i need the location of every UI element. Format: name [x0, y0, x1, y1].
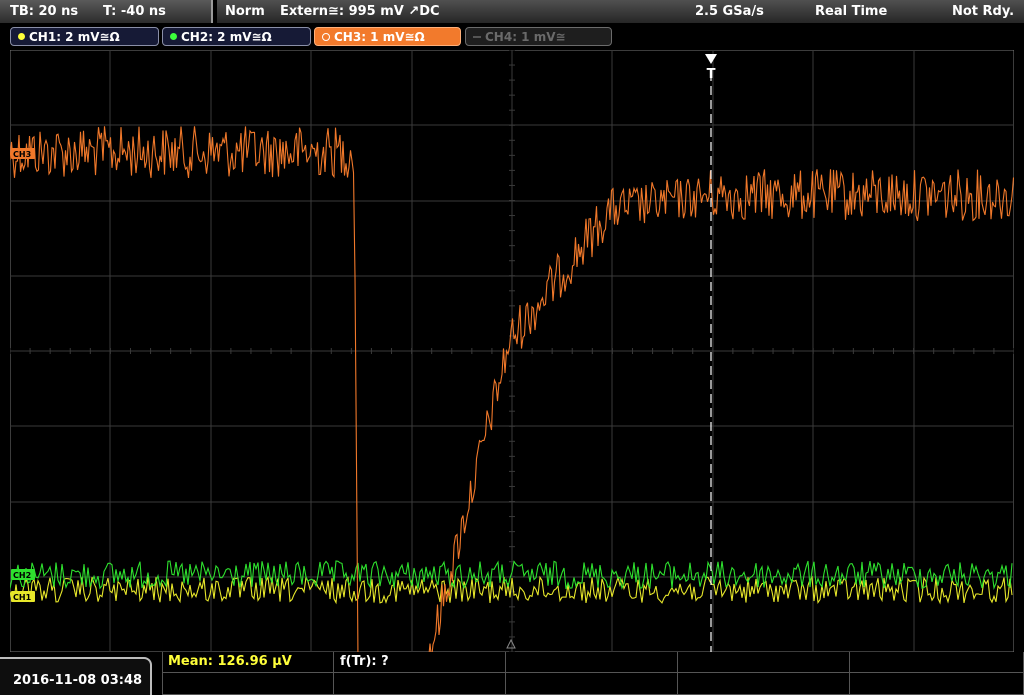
ch2-label: CH2: 2 mV≅Ω	[181, 30, 272, 44]
acquisition-status-box[interactable]: Norm Extern≅: 995 mV ↗DC 2.5 GSa/s Real …	[217, 0, 1024, 23]
trigger-marker-label: T	[707, 67, 716, 82]
acquisition-mode: Real Time	[815, 4, 888, 19]
sample-rate: 2.5 GSa/s	[695, 4, 764, 19]
ch1-dot-icon	[18, 33, 25, 40]
top-status-bar: TB: 20 ns T: -40 ns Norm Extern≅: 995 mV…	[0, 0, 1024, 24]
ch3-level-marker[interactable]: CH3	[11, 148, 35, 159]
measurement-bar[interactable]: Mean: 126.96 μV f(Tr): ?	[162, 652, 1024, 695]
ch1-level-marker[interactable]: CH1	[11, 591, 35, 602]
meas-cell-3[interactable]	[506, 652, 678, 673]
ch2-level-marker[interactable]: CH2	[11, 569, 35, 580]
meas-cell-5[interactable]	[850, 652, 1024, 673]
meas-cell-9[interactable]	[678, 673, 850, 695]
meas-cell-6[interactable]	[162, 673, 334, 695]
channel-tab-ch3[interactable]: CH3: 1 mV≅Ω	[314, 27, 461, 46]
meas-cell-4[interactable]	[678, 652, 850, 673]
ch1-level-label: CH1	[13, 593, 32, 602]
datetime-box: 2016-11-08 03:48	[0, 657, 152, 695]
datetime-label: 2016-11-08 03:48	[13, 673, 143, 688]
meas-cell-7[interactable]	[334, 673, 506, 695]
fall-time-measurement: f(Tr): ?	[340, 654, 389, 669]
channel-tab-ch1[interactable]: CH1: 2 mV≅Ω	[10, 27, 159, 46]
meas-cell-8[interactable]	[506, 673, 678, 695]
meas-cell-10[interactable]	[850, 673, 1024, 695]
ch4-label: CH4: 1 mV≅	[485, 30, 566, 44]
timebase-box[interactable]: TB: 20 ns T: -40 ns	[0, 0, 213, 23]
trigger-source: Extern≅: 995 mV ↗DC	[280, 4, 440, 19]
mean-measurement: Mean: 126.96 μV	[168, 654, 292, 669]
waveform-display[interactable]: T CH3 CH2 CH1	[10, 50, 1014, 652]
ch2-level-label: CH2	[13, 571, 31, 580]
run-state: Not Rdy.	[952, 4, 1015, 19]
ch3-label: CH3: 1 mV≅Ω	[334, 30, 425, 44]
ch1-label: CH1: 2 mV≅Ω	[29, 30, 120, 44]
ch2-dot-icon	[170, 33, 177, 40]
ch3-dot-icon	[322, 32, 330, 41]
trigger-time-label: T: -40 ns	[103, 4, 166, 19]
ch3-level-label: CH3	[13, 150, 31, 159]
channel-tab-ch4[interactable]: CH4: 1 mV≅	[465, 27, 612, 46]
ch4-off-icon	[473, 35, 481, 38]
trigger-mode: Norm	[225, 4, 265, 19]
channel-tab-ch2[interactable]: CH2: 2 mV≅Ω	[162, 27, 311, 46]
waveform-canvas: T CH3 CH2 CH1	[10, 50, 1014, 652]
timebase-label: TB: 20 ns	[10, 4, 79, 19]
